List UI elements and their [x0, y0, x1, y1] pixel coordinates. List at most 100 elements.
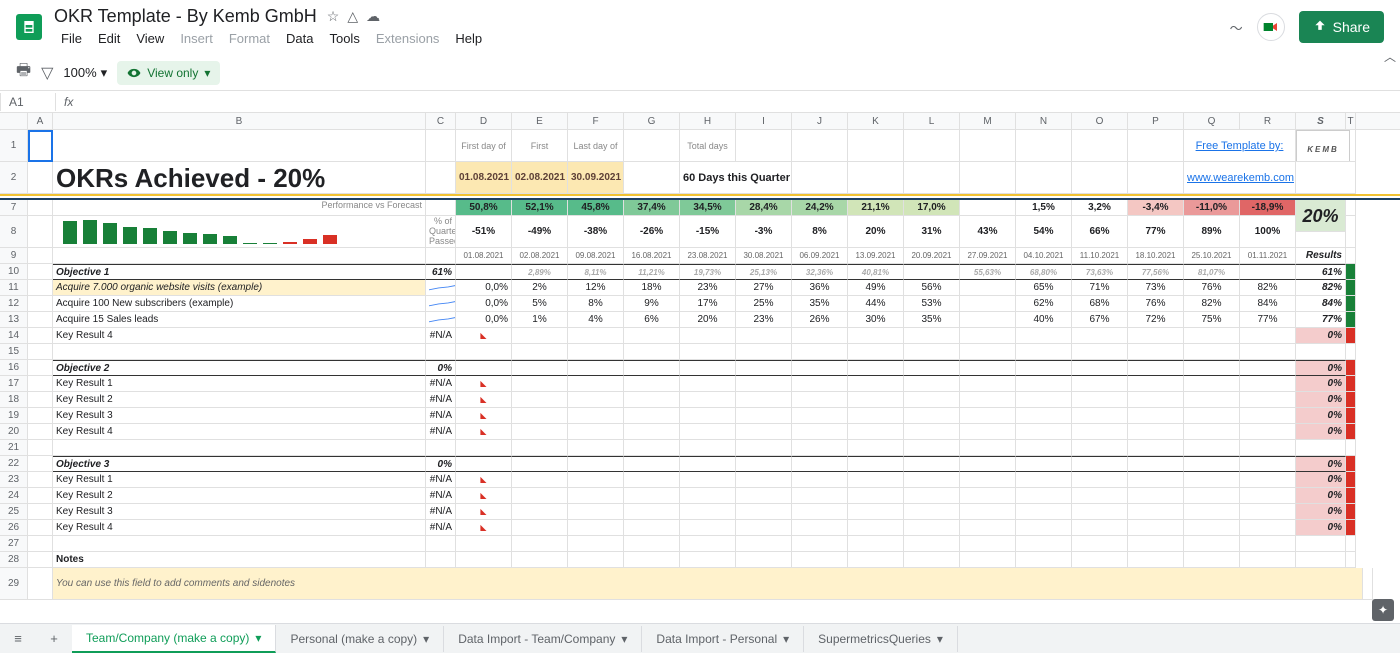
- row-header[interactable]: 29: [0, 568, 28, 600]
- cell[interactable]: [792, 456, 848, 472]
- cell[interactable]: [1072, 344, 1128, 360]
- row-header[interactable]: 21: [0, 440, 28, 456]
- menu-view[interactable]: View: [129, 29, 171, 48]
- cell[interactable]: [736, 344, 792, 360]
- print-icon[interactable]: 🖶: [16, 59, 31, 86]
- cell[interactable]: [960, 408, 1016, 424]
- row-header[interactable]: 8: [0, 216, 28, 248]
- cell[interactable]: [1128, 488, 1184, 504]
- row-header[interactable]: 10: [0, 264, 28, 280]
- kr-data[interactable]: 26%: [792, 312, 848, 328]
- cell[interactable]: [1128, 392, 1184, 408]
- cell[interactable]: [904, 456, 960, 472]
- cell[interactable]: [1184, 360, 1240, 376]
- cell[interactable]: [960, 440, 1016, 456]
- cell[interactable]: [512, 520, 568, 536]
- obj-data[interactable]: 55,63%: [960, 264, 1016, 280]
- cell[interactable]: [904, 360, 960, 376]
- perf-cell[interactable]: 37,4%: [624, 200, 680, 216]
- cell[interactable]: [792, 130, 848, 162]
- cell[interactable]: [512, 472, 568, 488]
- cell[interactable]: [736, 488, 792, 504]
- cell[interactable]: [1346, 520, 1356, 536]
- cell[interactable]: [1346, 248, 1356, 264]
- col-D[interactable]: D: [456, 113, 512, 129]
- perf-cell[interactable]: -18,9%: [1240, 200, 1296, 216]
- cell[interactable]: [680, 328, 736, 344]
- cell[interactable]: [960, 360, 1016, 376]
- cell[interactable]: [1296, 440, 1346, 456]
- cell[interactable]: [792, 488, 848, 504]
- cell[interactable]: [1346, 328, 1356, 344]
- cell[interactable]: [1184, 408, 1240, 424]
- share-button[interactable]: Share: [1299, 11, 1384, 43]
- cell[interactable]: [1346, 200, 1356, 216]
- tab-data-import-team[interactable]: Data Import - Team/Company ▾: [444, 626, 642, 652]
- kr-na[interactable]: #N/A: [426, 472, 456, 488]
- pct-cell[interactable]: -49%: [512, 216, 568, 248]
- cell[interactable]: [904, 536, 960, 552]
- cell[interactable]: [1184, 344, 1240, 360]
- notes-label[interactable]: Notes: [53, 552, 426, 568]
- tab-personal[interactable]: Personal (make a copy) ▾: [276, 626, 444, 652]
- cell[interactable]: [624, 440, 680, 456]
- pct-cell[interactable]: -15%: [680, 216, 736, 248]
- kr-data[interactable]: 35%: [792, 296, 848, 312]
- cell[interactable]: [1296, 216, 1346, 248]
- cell[interactable]: [1184, 376, 1240, 392]
- cell[interactable]: [1072, 424, 1128, 440]
- col-B[interactable]: B: [53, 113, 426, 129]
- cell[interactable]: [28, 408, 53, 424]
- cell[interactable]: [904, 552, 960, 568]
- error-indicator[interactable]: ◣: [456, 520, 512, 536]
- kr-data[interactable]: 76%: [1128, 296, 1184, 312]
- cell[interactable]: [904, 488, 960, 504]
- cell[interactable]: [1184, 552, 1240, 568]
- template-link[interactable]: Free Template by:kemb GmbH: [1184, 130, 1296, 162]
- cell[interactable]: [1016, 456, 1072, 472]
- date-cell[interactable]: 02.08.2021: [512, 162, 568, 194]
- kr-data[interactable]: 12%: [568, 280, 624, 296]
- menu-edit[interactable]: Edit: [91, 29, 127, 48]
- cell[interactable]: [736, 392, 792, 408]
- cell[interactable]: [848, 488, 904, 504]
- cell[interactable]: [1072, 162, 1128, 194]
- kr-result[interactable]: 0%: [1296, 328, 1346, 344]
- cell[interactable]: [1072, 376, 1128, 392]
- key-result-name[interactable]: Key Result 3: [53, 408, 426, 424]
- cell[interactable]: [53, 536, 426, 552]
- pct-cell[interactable]: 54%: [1016, 216, 1072, 248]
- kr-na[interactable]: #N/A: [426, 424, 456, 440]
- error-indicator[interactable]: ◣: [456, 408, 512, 424]
- cell[interactable]: [512, 440, 568, 456]
- kr-data[interactable]: 75%: [1184, 312, 1240, 328]
- sparkline[interactable]: [426, 312, 456, 328]
- perf-cell[interactable]: -11,0%: [1184, 200, 1240, 216]
- cell[interactable]: [1346, 392, 1356, 408]
- col-A[interactable]: A: [28, 113, 53, 129]
- kr-data[interactable]: 17%: [680, 296, 736, 312]
- cell[interactable]: [848, 162, 904, 194]
- cell[interactable]: [904, 392, 960, 408]
- cell[interactable]: [28, 360, 53, 376]
- cell[interactable]: [1240, 424, 1296, 440]
- sparkline[interactable]: [426, 296, 456, 312]
- cell[interactable]: [53, 130, 426, 162]
- error-indicator[interactable]: ◣: [456, 376, 512, 392]
- cell[interactable]: [848, 536, 904, 552]
- cell[interactable]: [426, 162, 456, 194]
- col-I[interactable]: I: [736, 113, 792, 129]
- cell[interactable]: [848, 440, 904, 456]
- cell[interactable]: [904, 162, 960, 194]
- tab-supermetrics[interactable]: SupermetricsQueries ▾: [804, 626, 958, 652]
- row-header[interactable]: 9: [0, 248, 28, 264]
- cell[interactable]: [1346, 280, 1356, 296]
- cell[interactable]: [792, 376, 848, 392]
- website-link[interactable]: www.wearekemb.com: [1184, 162, 1296, 194]
- kr-start[interactable]: 0,0%: [456, 280, 512, 296]
- cell[interactable]: [736, 456, 792, 472]
- cell[interactable]: [1016, 536, 1072, 552]
- row-header[interactable]: 22: [0, 456, 28, 472]
- cell[interactable]: [1240, 472, 1296, 488]
- kr-result[interactable]: 84%: [1296, 296, 1346, 312]
